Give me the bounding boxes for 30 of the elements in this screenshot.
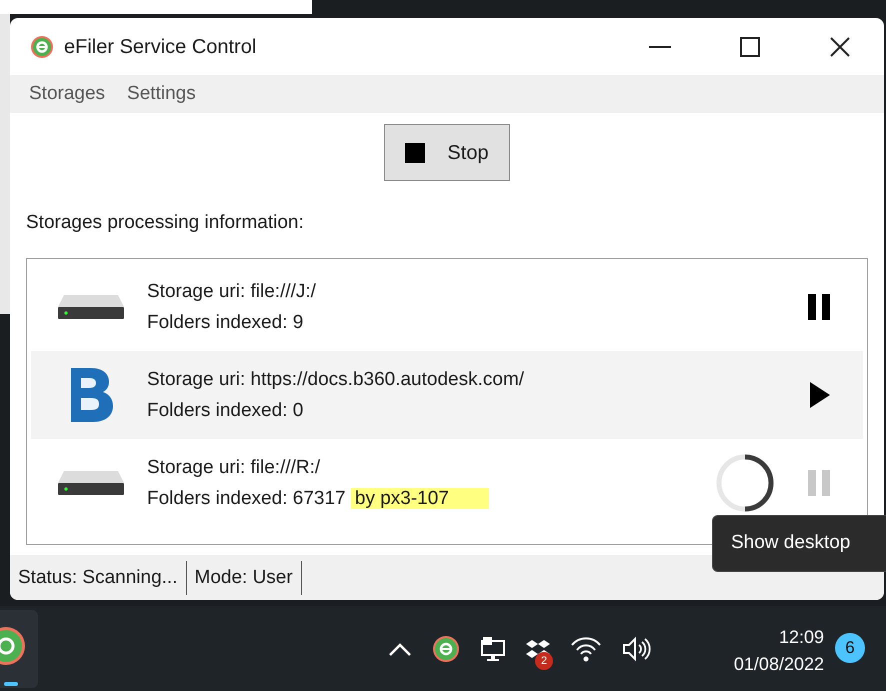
clock[interactable]: 12:09 01/08/2022 [734,624,824,678]
hard-drive-icon [56,292,126,320]
clock-date: 01/08/2022 [734,653,824,676]
window-title: eFiler Service Control [64,34,256,60]
clock-time: 12:09 [778,626,824,649]
storage-uri: Storage uri: https://docs.b360.autodesk.com/ [147,368,526,392]
storage-row[interactable]: Storage uri: file:///J:/ Folders indexed: 9 [31,262,863,350]
stop-button[interactable]: Stop [384,124,510,181]
status-text: Status: Scanning... [16,560,186,594]
wifi-icon[interactable] [570,634,602,662]
tooltip: Show desktop [712,515,886,572]
menu-item[interactable]: Settings [118,80,205,108]
volume-icon[interactable] [622,634,652,662]
folders-count: Folders indexed: 0 [147,398,304,422]
hard-drive-icon [56,468,126,496]
storage-uri: Storage uri: file:///R:/ [147,456,322,480]
menu-item[interactable]: Storages [20,80,114,108]
app-logo-icon [30,34,54,58]
storage-uri: Storage uri: file:///J:/ [147,280,317,304]
minimize-icon [649,46,671,48]
taskbar-app-button[interactable] [0,610,38,688]
storage-row[interactable]: Storage uri: https://docs.b360.autodesk.com/ Folders indexed: 0 [31,350,863,438]
close-icon [830,36,850,56]
folders-count: Folders indexed: 67317 by px3-107 [147,482,715,514]
status-text: Mode: User [192,560,302,594]
section-label: Storages processing information: [26,211,305,235]
maximize-icon [740,36,760,56]
folders-count: Folders indexed: 9 [147,310,304,334]
stop-icon [405,142,426,162]
app-tray-icon[interactable] [432,634,460,662]
